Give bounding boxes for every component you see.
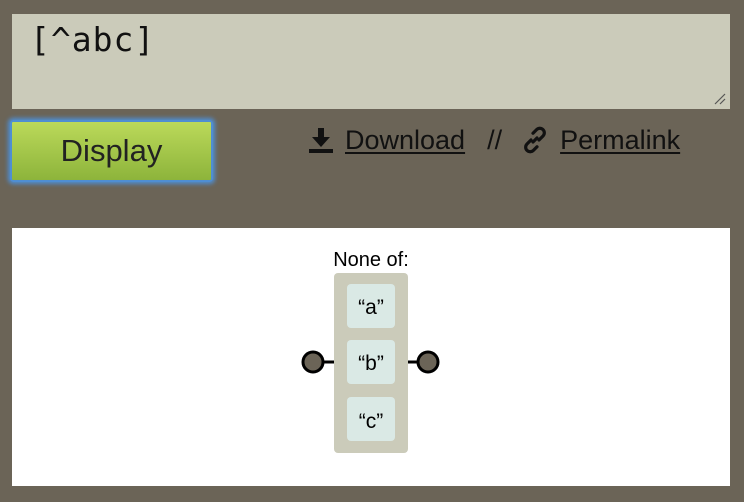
display-button[interactable]: Display [10,120,213,182]
literal-item: “a” [347,284,395,328]
link-icon [520,125,550,155]
literal-item: “c” [347,397,395,441]
link-separator: // [487,124,503,155]
railroad-diagram-canvas: None of: “a” “b” “c” [12,228,730,486]
download-label: Download [345,124,466,155]
permalink-label: Permalink [560,124,681,155]
set-label: None of: [333,249,409,271]
download-link[interactable]: Download [307,125,465,156]
literal-item: “b” [347,340,395,384]
end-node-icon [416,350,440,374]
regex-input[interactable]: [^abc] [12,14,730,109]
svg-text:“c”: “c” [359,410,384,433]
railroad-diagram: None of: “a” “b” “c” [301,249,440,453]
download-icon [307,126,335,154]
permalink-link[interactable]: Permalink [520,125,680,156]
toolbar-links: Download // Permalink [307,120,680,160]
resize-grip-icon[interactable] [714,93,726,105]
svg-text:“b”: “b” [358,352,384,375]
svg-text:“a”: “a” [358,296,384,319]
start-node-icon [301,350,325,374]
regex-input-value: [^abc] [30,20,156,59]
display-button-label: Display [60,133,163,168]
